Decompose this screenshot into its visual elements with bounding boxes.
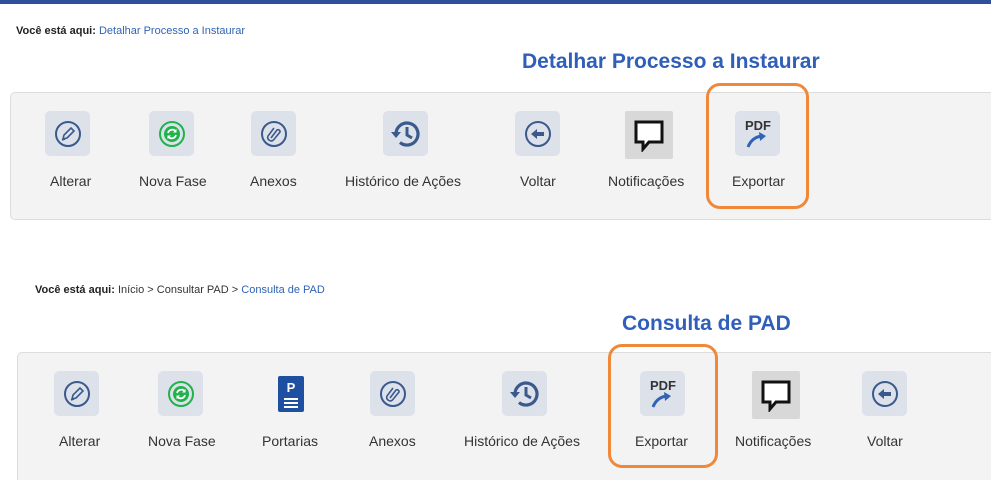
refresh-icon bbox=[158, 371, 203, 416]
portarias-label: Portarias bbox=[262, 433, 319, 449]
action-toolbar: Alterar Nova Fase Anexos Histórico de Aç… bbox=[10, 92, 991, 220]
voltar-button[interactable]: Voltar bbox=[844, 371, 964, 481]
back-arrow-icon bbox=[862, 371, 907, 416]
speech-bubble-icon bbox=[625, 111, 673, 159]
anexos-button[interactable]: Anexos bbox=[350, 371, 470, 481]
page-title: Consulta de PAD bbox=[622, 312, 791, 335]
notificacoes-button[interactable]: Notificações bbox=[732, 371, 852, 481]
notificacoes-label: Notificações bbox=[608, 173, 685, 189]
alterar-label: Alterar bbox=[50, 173, 92, 189]
voltar-button[interactable]: Voltar bbox=[497, 111, 617, 221]
notificacoes-label: Notificações bbox=[735, 433, 812, 449]
anexos-label: Anexos bbox=[250, 173, 297, 189]
breadcrumb-prefix: Você está aqui: bbox=[16, 25, 96, 37]
breadcrumb-current[interactable]: Detalhar Processo a Instaurar bbox=[99, 25, 245, 37]
voltar-label: Voltar bbox=[867, 433, 903, 449]
anexos-button[interactable]: Anexos bbox=[231, 111, 351, 221]
breadcrumb-prefix: Você está aqui: bbox=[35, 284, 115, 296]
back-arrow-icon bbox=[515, 111, 560, 156]
paperclip-icon bbox=[251, 111, 296, 156]
historico-button[interactable]: Histórico de Ações bbox=[464, 371, 584, 481]
alterar-button[interactable]: Alterar bbox=[25, 111, 145, 221]
highlight-exportar bbox=[608, 344, 718, 468]
nova-fase-label: Nova Fase bbox=[148, 433, 216, 449]
historico-button[interactable]: Histórico de Ações bbox=[345, 111, 465, 221]
page-title: Detalhar Processo a Instaurar bbox=[522, 50, 820, 73]
action-toolbar: Alterar Nova Fase P Portarias Anexos His… bbox=[17, 352, 991, 480]
speech-bubble-icon bbox=[752, 371, 800, 419]
breadcrumb-path[interactable]: Início > Consultar PAD > bbox=[118, 284, 238, 296]
edit-pencil-icon bbox=[54, 371, 99, 416]
breadcrumb-current[interactable]: Consulta de PAD bbox=[241, 284, 325, 296]
history-icon bbox=[383, 111, 428, 156]
document-p-icon: P bbox=[268, 371, 313, 416]
edit-pencil-icon bbox=[45, 111, 90, 156]
paperclip-icon bbox=[370, 371, 415, 416]
refresh-icon bbox=[149, 111, 194, 156]
alterar-label: Alterar bbox=[59, 433, 101, 449]
historico-label: Histórico de Ações bbox=[345, 173, 461, 189]
history-icon bbox=[502, 371, 547, 416]
voltar-label: Voltar bbox=[520, 173, 556, 189]
alterar-button[interactable]: Alterar bbox=[34, 371, 154, 481]
breadcrumb: Você está aqui: Detalhar Processo a Inst… bbox=[16, 25, 245, 37]
highlight-exportar bbox=[706, 83, 809, 209]
breadcrumb: Você está aqui: Início > Consultar PAD >… bbox=[35, 284, 325, 296]
top-border-line bbox=[0, 0, 991, 4]
historico-label: Histórico de Ações bbox=[464, 433, 580, 449]
nova-fase-label: Nova Fase bbox=[139, 173, 207, 189]
nova-fase-button[interactable]: Nova Fase bbox=[138, 371, 258, 481]
anexos-label: Anexos bbox=[369, 433, 416, 449]
svg-text:P: P bbox=[286, 380, 295, 395]
